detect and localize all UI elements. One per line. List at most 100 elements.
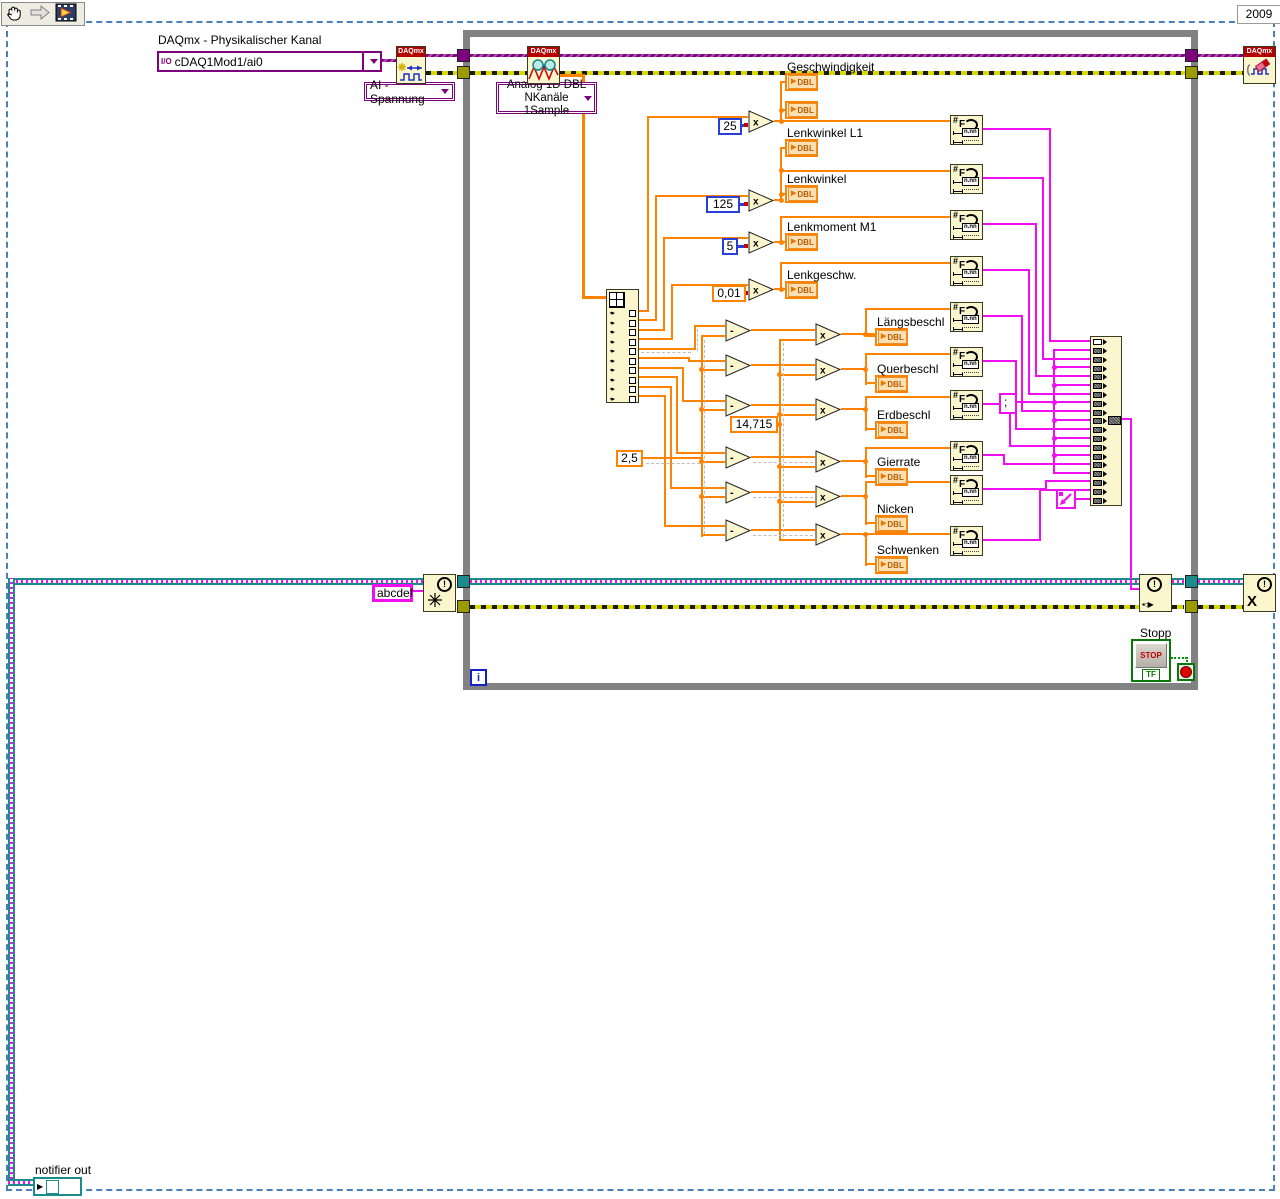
multiply-node[interactable]: x (748, 278, 775, 304)
dbl-type: DBL (887, 519, 904, 529)
string-input (1093, 471, 1102, 477)
multiply-node[interactable]: x (815, 398, 842, 424)
multiply-node[interactable]: x (748, 189, 775, 215)
number-to-fractional-string-node[interactable]: # Fn.nn (950, 302, 983, 332)
number-to-fractional-string-node[interactable]: # Fn.nn (950, 475, 983, 505)
read-mode-line2: NKanäle 1Sample (523, 91, 570, 117)
svg-text:-: - (730, 360, 734, 372)
dbl-arrow-icon: ▶ (791, 78, 797, 85)
physical-channel-control[interactable]: I/O cDAQ1Mod1/ai0 (157, 51, 382, 72)
number-to-fractional-string-node[interactable]: # Fn.nn (950, 210, 983, 240)
send-notification-vi[interactable]: ! ▪○▶ (1139, 574, 1172, 612)
multiply-node[interactable]: x (815, 523, 842, 549)
subtract-node[interactable]: - (725, 481, 752, 507)
subtract-node[interactable]: - (725, 519, 752, 545)
dbl-indicator[interactable]: ▶ DBL (875, 515, 908, 533)
wire-junction (1052, 453, 1057, 458)
loop-condition-terminal[interactable] (1177, 663, 1195, 681)
number-to-fractional-string-node[interactable]: # Fn.nn (950, 256, 983, 286)
iteration-terminal[interactable]: i (470, 669, 487, 686)
string-input (1093, 374, 1102, 380)
read-mode-selector[interactable]: Analog 1D DBL NKanäle 1Sample (496, 79, 597, 117)
multiply-node[interactable]: x (815, 485, 842, 511)
subtract-node[interactable]: - (725, 319, 752, 345)
chevron-down-icon[interactable] (441, 89, 449, 94)
arrow-tool-icon[interactable] (29, 4, 51, 24)
index-row-icon: ▪▸ (610, 386, 615, 393)
multiply-node[interactable]: x (815, 358, 842, 384)
dbl-indicator[interactable]: ▶ DBL (785, 73, 818, 91)
dbl-indicator[interactable]: ▶ DBL (785, 281, 818, 299)
daqmx-banner: DAQmx (1244, 47, 1275, 57)
daqmx-create-channel-vi[interactable]: DAQmx (396, 46, 426, 84)
dbl-indicator[interactable]: ▶ DBL (875, 421, 908, 439)
number-to-fractional-string-node[interactable]: # Fn.nn (950, 526, 983, 556)
hash-glyph: # (953, 390, 959, 400)
subtract-node[interactable]: - (725, 394, 752, 420)
index-row-icon: ▪▸ (610, 339, 615, 346)
wire-junction (699, 407, 704, 412)
dbl-type: DBL (797, 237, 814, 247)
multiply-node[interactable]: x (815, 323, 842, 349)
dbl-indicator[interactable]: ▶ DBL (875, 468, 908, 486)
chevron-down-icon[interactable] (584, 96, 592, 101)
subtract-node[interactable]: - (725, 354, 752, 380)
string-constant-abcdef[interactable]: abcdef (372, 584, 413, 602)
dbl-arrow-icon: ▶ (881, 426, 887, 433)
width-marker (953, 491, 963, 495)
dbl-indicator[interactable]: ▶ DBL (875, 375, 908, 393)
eol-icon (1059, 492, 1072, 505)
index-row-icon: ▪▸ (610, 348, 615, 355)
index-row-icon: ▪▸ (610, 367, 615, 374)
index-input (629, 377, 636, 384)
release-x-icon: X (1247, 593, 1258, 610)
tunnel-error2-right (1185, 600, 1198, 613)
release-notifier-vi[interactable]: ! X (1243, 574, 1276, 612)
numeric-constant-2-5[interactable]: 2,5 (616, 450, 643, 467)
numeric-constant-125[interactable]: 125 (706, 196, 740, 213)
number-to-fractional-string-node[interactable]: # Fn.nn (950, 164, 983, 194)
multiply-node[interactable]: x (748, 110, 775, 136)
subtract-node[interactable]: - (725, 446, 752, 472)
daqmx-read-vi[interactable]: DAQmx (527, 46, 560, 84)
dbl-indicator[interactable]: ▶ DBL (785, 139, 818, 157)
dbl-indicator[interactable]: ▶ DBL (875, 328, 908, 346)
width-marker (953, 226, 963, 230)
dbl-indicator[interactable]: ▶ DBL (785, 185, 818, 203)
number-to-fractional-string-node[interactable]: # Fn.nn (950, 390, 983, 420)
end-of-line-constant[interactable] (1056, 489, 1076, 509)
wire-junction (1052, 383, 1057, 388)
concatenate-strings-node[interactable] (1090, 336, 1122, 506)
number-to-fractional-string-node[interactable]: # Fn.nn (950, 347, 983, 377)
number-to-fractional-string-node[interactable]: # Fn.nn (950, 441, 983, 471)
wire-junction (699, 459, 704, 464)
format-pattern: n.nn (962, 488, 979, 497)
obtain-notifier-vi[interactable]: ! (423, 574, 456, 612)
multiply-node[interactable]: x (815, 450, 842, 476)
read-icon (528, 59, 559, 81)
separator-constant[interactable]: ; (999, 393, 1017, 414)
index-array-node[interactable]: ▪▸ ▪▸ ▪▸ ▪▸ ▪▸ ▪▸ ▪▸ ▪▸ ▪▸ ▪▸ (606, 289, 639, 403)
stop-tf-terminal: TF (1142, 669, 1160, 681)
daqmx-clear-task-vi[interactable]: DAQmx (1243, 46, 1276, 84)
index-input (629, 367, 636, 374)
number-to-fractional-string-node[interactable]: # Fn.nn (950, 115, 983, 145)
wire-junction (863, 532, 868, 537)
chevron-down-icon[interactable] (370, 59, 378, 64)
stop-button[interactable]: STOP TF (1131, 639, 1171, 682)
wire-junction (779, 287, 784, 292)
numeric-constant-0-01[interactable]: 0,01 (712, 285, 746, 302)
multiply-node[interactable]: x (748, 231, 775, 257)
stop-button-face[interactable]: STOP (1135, 643, 1167, 668)
width-marker (953, 272, 963, 276)
vi-run-icon[interactable] (55, 3, 77, 25)
format-pattern: n.nn (962, 223, 979, 232)
notifier-out-indicator[interactable]: ▶ (33, 1177, 82, 1196)
numeric-constant-5[interactable]: 5 (722, 238, 738, 255)
hand-tool-icon[interactable] (5, 4, 25, 25)
dbl-indicator[interactable]: ▶ DBL (785, 233, 818, 251)
dbl-indicator[interactable]: ▶ DBL (875, 556, 908, 574)
hash-glyph: # (953, 115, 959, 125)
dbl-indicator[interactable]: ▶ DBL (785, 101, 818, 119)
numeric-constant-25[interactable]: 25 (718, 118, 742, 135)
